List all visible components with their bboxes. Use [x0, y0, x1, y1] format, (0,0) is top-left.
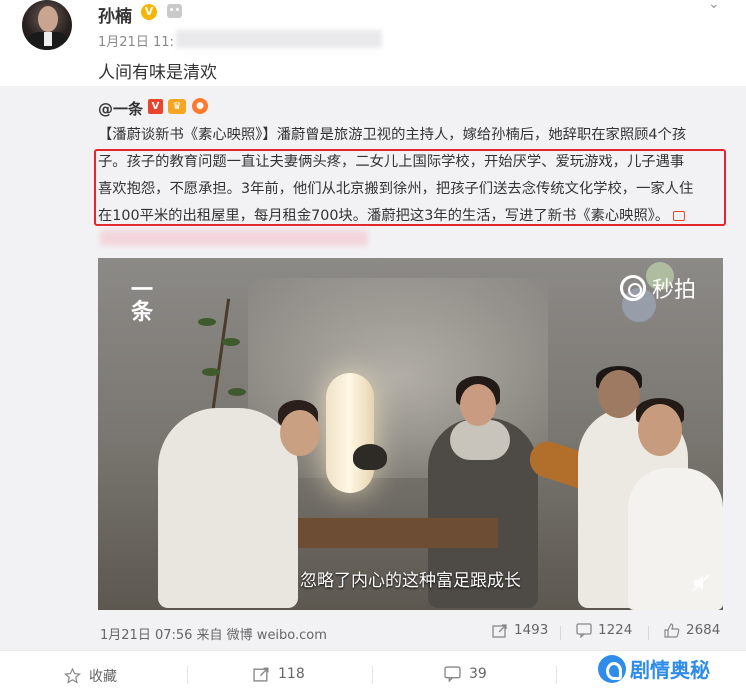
video-leaf: [228, 388, 246, 396]
video-kettle: [353, 444, 387, 470]
watermark: 剧情奥秘: [598, 654, 710, 683]
avatar-shirt: [44, 32, 52, 46]
watermark-icon: [598, 654, 626, 683]
repost-author[interactable]: @一条: [98, 98, 143, 119]
share-icon: [253, 667, 269, 682]
comment-button[interactable]: 39: [444, 666, 487, 682]
repost-count: 118: [278, 666, 305, 682]
video-head: [460, 384, 496, 426]
share-count: 1493: [514, 622, 549, 638]
verified-icon: V: [141, 4, 157, 20]
verified-icon: V: [148, 99, 163, 114]
channel-logo: 一条: [130, 278, 155, 325]
divider: [187, 666, 188, 684]
miaopai-logo: 秒拍: [620, 272, 696, 304]
highlight-box: [94, 149, 726, 226]
repost-text-line: 【潘蔚谈新书《素心映照》】潘蔚曾是旅游卫视的主持人，嫁给孙楠后，她辞职在家照顾4…: [98, 127, 687, 143]
video-head: [598, 370, 640, 418]
post-text: 人间有味是清欢: [98, 63, 217, 83]
repost-button[interactable]: 118: [253, 666, 305, 682]
video-lamp: [326, 373, 374, 493]
divider: [648, 626, 649, 640]
comment-count: 1224: [598, 622, 633, 638]
repost-meta[interactable]: 1月21日 07:56 来自 微博 weibo.com: [100, 624, 327, 643]
video-subtitle: 忽略了内心的这种富足跟成长: [300, 571, 521, 591]
miaopai-label: 秒拍: [652, 278, 697, 303]
share-icon: [492, 623, 507, 638]
repost-like-count[interactable]: 2684: [664, 622, 720, 638]
video-head: [280, 410, 320, 456]
video-player[interactable]: 一条 秒拍 忽略了内心的这种富足跟成长: [98, 258, 723, 610]
redacted-link: [100, 230, 368, 246]
video-head: [638, 404, 682, 456]
like-count: 2684: [686, 622, 721, 638]
video-leaf: [202, 368, 220, 376]
chevron-down-icon[interactable]: ⌄: [708, 0, 720, 12]
avatar-face: [38, 6, 58, 32]
favorite-button[interactable]: 收藏: [64, 666, 117, 686]
crown-icon: ♛: [168, 99, 186, 114]
author-avatar[interactable]: [22, 0, 72, 50]
repost-share-count[interactable]: 1493: [492, 622, 548, 638]
divider: [372, 666, 373, 684]
mute-icon[interactable]: [692, 574, 710, 592]
fire-icon: ●: [192, 98, 208, 114]
like-icon: [664, 622, 680, 638]
divider: [560, 626, 561, 640]
comment-count: 39: [469, 666, 487, 682]
divider: [556, 666, 557, 684]
video-leaf: [198, 318, 216, 326]
miaopai-icon: [620, 275, 646, 301]
watermark-label: 剧情奥秘: [630, 658, 710, 682]
star-icon: [64, 668, 81, 684]
repost-comment-count[interactable]: 1224: [576, 622, 632, 638]
comment-icon: [576, 622, 592, 638]
favorite-label: 收藏: [89, 669, 117, 685]
author-name[interactable]: 孙楠: [98, 2, 132, 27]
redacted-source: [176, 30, 382, 48]
video-leaf: [222, 338, 240, 346]
member-icon: [167, 4, 182, 18]
comment-icon: [444, 666, 461, 682]
post-time[interactable]: 1月21日 11:: [98, 31, 174, 50]
video-scarf: [450, 420, 510, 460]
repost-card: @一条 V ♛ ● 【潘蔚谈新书《素心映照》】潘蔚曾是旅游卫视的主持人，嫁给孙楠…: [0, 86, 746, 650]
